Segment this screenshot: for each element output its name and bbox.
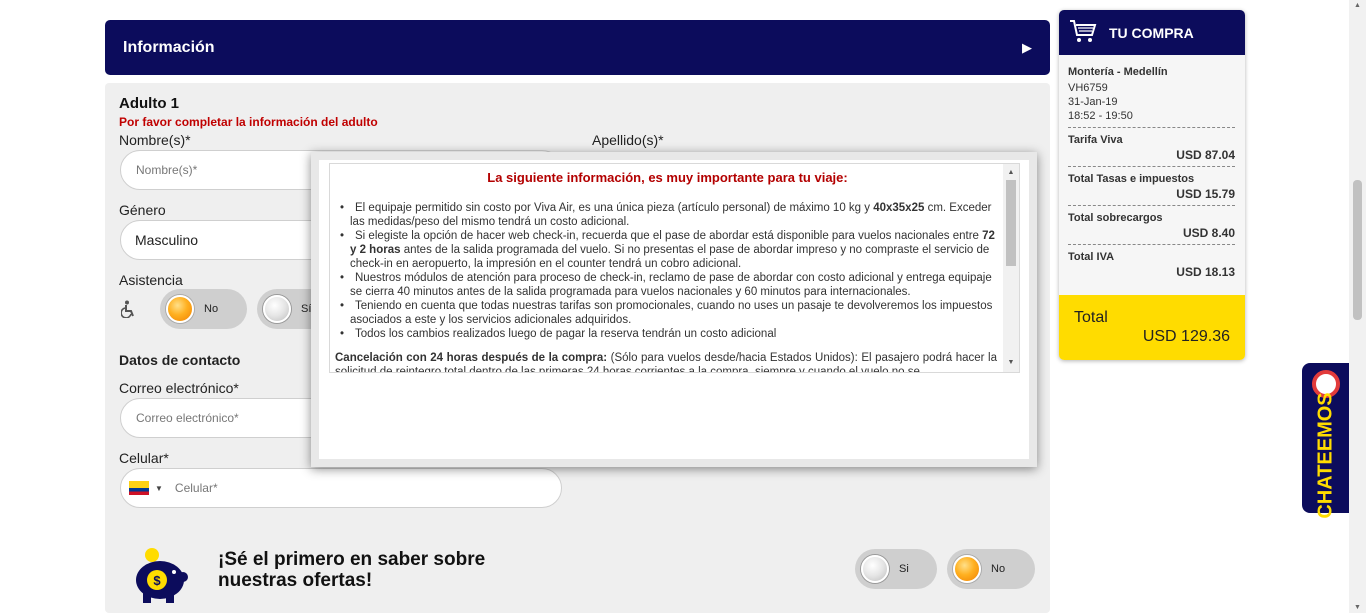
route: Montería - Medellín bbox=[1068, 66, 1168, 78]
divider bbox=[1068, 205, 1235, 206]
adult-warning: Por favor completar la información del a… bbox=[119, 115, 378, 129]
name-label: Nombre(s)* bbox=[119, 132, 191, 148]
info-item-bold: 40x35x25 bbox=[873, 202, 925, 214]
divider bbox=[1068, 244, 1235, 245]
total-label: Total bbox=[1074, 309, 1108, 326]
page-scrollbar[interactable]: ▲ ▼ bbox=[1349, 0, 1366, 613]
total-box: Total USD 129.36 bbox=[1059, 295, 1245, 360]
info-list-item: Si elegiste la opción de hacer web check… bbox=[335, 229, 997, 271]
phone-input[interactable]: ▼ Celular* bbox=[120, 468, 562, 508]
total-value: USD 129.36 bbox=[1142, 328, 1230, 345]
fare-value: USD 87.04 bbox=[1176, 148, 1235, 162]
fare-row: Tarifa Viva USD 87.04 bbox=[1068, 134, 1235, 162]
modal-scrollbar[interactable]: ▲ ▼ bbox=[1003, 164, 1019, 372]
contact-heading: Datos de contacto bbox=[119, 352, 241, 368]
chat-label-wrap: CHATEEMOS bbox=[1304, 392, 1348, 518]
info-item-text: Todos los cambios realizados luego de pa… bbox=[355, 328, 777, 340]
email-label: Correo electrónico* bbox=[119, 380, 239, 396]
divider bbox=[1068, 127, 1235, 128]
promo-yes-toggle[interactable]: Si bbox=[855, 549, 937, 589]
phone-placeholder: Celular* bbox=[174, 481, 218, 495]
chat-widget-button[interactable]: CHATEEMOS bbox=[1302, 363, 1350, 518]
taxes-value: USD 15.79 bbox=[1176, 187, 1235, 201]
promo-no-label: No bbox=[991, 563, 1006, 575]
modal-scroll-area[interactable]: La siguiente información, es muy importa… bbox=[329, 163, 1020, 373]
cart-title: TU COMPRA bbox=[1109, 24, 1194, 41]
cancellation-heading: Cancelación con 24 horas después de la c… bbox=[335, 352, 608, 364]
taxes-row: Total Tasas e impuestos USD 15.79 bbox=[1068, 173, 1235, 201]
iva-label: Total IVA bbox=[1068, 251, 1115, 263]
info-item-text: Si elegiste la opción de hacer web check… bbox=[355, 230, 983, 242]
scroll-up-icon[interactable]: ▲ bbox=[1003, 166, 1019, 180]
taxes-label: Total Tasas e impuestos bbox=[1068, 173, 1195, 185]
info-list: El equipaje permitido sin costo por Viva… bbox=[335, 201, 997, 341]
iva-value: USD 18.13 bbox=[1176, 265, 1235, 279]
flight-time: 18:52 - 19:50 bbox=[1068, 110, 1133, 122]
fare-label: Tarifa Viva bbox=[1068, 134, 1123, 146]
name-placeholder: Nombre(s)* bbox=[136, 163, 198, 177]
modal-body: El equipaje permitido sin costo por Viva… bbox=[330, 185, 1019, 372]
flight-date: 31-Jan-19 bbox=[1068, 96, 1118, 108]
adult-heading: Adulto 1 bbox=[119, 95, 179, 112]
info-item-text: antes de la salida programada del vuelo.… bbox=[350, 244, 990, 270]
radio-selected-icon bbox=[166, 295, 194, 323]
iva-row: Total IVA USD 18.13 bbox=[1068, 251, 1235, 279]
surcharges-label: Total sobrecargos bbox=[1068, 212, 1163, 224]
information-section-header[interactable]: Información ▶ bbox=[105, 20, 1050, 75]
cancellation-paragraph: Cancelación con 24 horas después de la c… bbox=[335, 351, 997, 372]
page-scrollbar-thumb[interactable] bbox=[1353, 180, 1362, 320]
cart-header: TU COMPRA bbox=[1059, 10, 1245, 55]
svg-text:$: $ bbox=[153, 573, 161, 588]
promo-text: ¡Sé el primero en saber sobre nuestras o… bbox=[218, 549, 486, 591]
colombia-flag-icon[interactable] bbox=[129, 481, 149, 495]
info-item-text: El equipaje permitido sin costo por Viva… bbox=[355, 202, 874, 214]
info-list-item: El equipaje permitido sin costo por Viva… bbox=[335, 201, 997, 229]
assistance-no-toggle[interactable]: No bbox=[160, 289, 247, 329]
cart-icon bbox=[1069, 18, 1097, 47]
gender-label: Género bbox=[119, 202, 166, 218]
surcharges-value: USD 8.40 bbox=[1182, 226, 1235, 240]
email-placeholder: Correo electrónico* bbox=[136, 411, 239, 425]
info-item-text: Teniendo en cuenta que todas nuestras ta… bbox=[350, 300, 993, 326]
assistance-label: Asistencia bbox=[119, 272, 183, 288]
scrollbar-thumb[interactable] bbox=[1006, 180, 1016, 266]
expand-arrow-icon[interactable]: ▶ bbox=[1022, 40, 1032, 56]
radio-unselected-icon bbox=[861, 555, 889, 583]
divider bbox=[1068, 166, 1235, 167]
country-dropdown-icon[interactable]: ▼ bbox=[155, 484, 163, 493]
surname-label: Apellido(s)* bbox=[592, 132, 664, 148]
info-list-item: Todos los cambios realizados luego de pa… bbox=[335, 327, 997, 341]
radio-selected-icon bbox=[953, 555, 981, 583]
chat-label: CHATEEMOS bbox=[1314, 391, 1337, 519]
assistance-yes-label: Sí bbox=[301, 303, 312, 315]
page-scroll-down-icon[interactable]: ▼ bbox=[1349, 604, 1366, 611]
information-title: Información bbox=[123, 38, 215, 56]
page: Información ▶ Adulto 1 Por favor complet… bbox=[0, 0, 1366, 613]
page-scroll-up-icon[interactable]: ▲ bbox=[1349, 2, 1366, 9]
assistance-no-label: No bbox=[204, 303, 219, 315]
info-list-item: Teniendo en cuenta que todas nuestras ta… bbox=[335, 299, 997, 327]
promo-no-toggle[interactable]: No bbox=[947, 549, 1035, 589]
scroll-down-icon[interactable]: ▼ bbox=[1003, 356, 1019, 370]
info-item-text: Nuestros módulos de atención para proces… bbox=[350, 272, 992, 298]
piggy-bank-icon: $ bbox=[130, 545, 190, 605]
radio-unselected-icon bbox=[263, 295, 291, 323]
purchase-summary: TU COMPRA Montería - Medellín VH6759 31-… bbox=[1059, 10, 1245, 360]
flight-number: VH6759 bbox=[1068, 82, 1108, 94]
wheelchair-icon bbox=[120, 300, 137, 319]
surcharges-row: Total sobrecargos USD 8.40 bbox=[1068, 212, 1235, 240]
important-info-modal: La siguiente información, es muy importa… bbox=[311, 152, 1037, 467]
phone-label: Celular* bbox=[119, 450, 169, 466]
info-list-item: Nuestros módulos de atención para proces… bbox=[335, 271, 997, 299]
cart-body: Montería - Medellín VH6759 31-Jan-19 18:… bbox=[1059, 55, 1245, 279]
promo-yes-label: Si bbox=[899, 563, 909, 575]
gender-value: Masculino bbox=[135, 232, 199, 248]
modal-title: La siguiente información, es muy importa… bbox=[487, 170, 848, 185]
